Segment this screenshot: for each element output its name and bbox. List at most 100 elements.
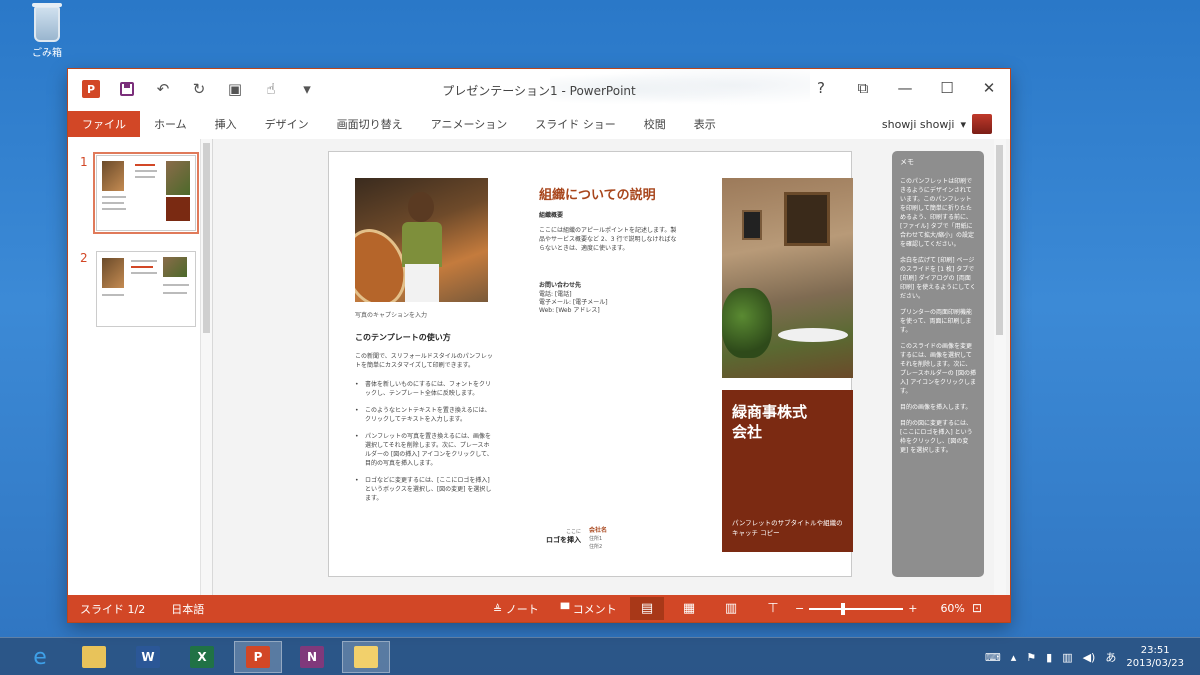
- company-subtitle: パンフレットのサブタイトルや組織のキャッチ コピー: [732, 519, 843, 537]
- excel-taskbar-button[interactable]: X: [178, 641, 226, 673]
- thumbnail-number: 1: [80, 155, 88, 169]
- title-bar: P ↶ ↻ ▣ ☝ ▾ プレゼンテーション1 - PowerPoint ? ⧉ …: [68, 69, 1010, 109]
- thumbnail-number: 2: [80, 251, 88, 265]
- zoom-slider[interactable]: [809, 602, 904, 615]
- slide-canvas[interactable]: 写真のキャプションを入力 このテンプレートの使い方 この新聞で、スリフォールドス…: [328, 151, 853, 577]
- notes-pane[interactable]: メモ このパンフレットは印刷できるようにデザインされています。このパンフレットを…: [892, 151, 984, 577]
- tab-review[interactable]: 校閲: [630, 111, 680, 137]
- tab-transitions[interactable]: 画面切り替え: [323, 111, 417, 137]
- chevron-down-icon: ▾: [960, 117, 966, 131]
- slide-counter: スライド 1/2: [80, 602, 146, 616]
- onenote-icon: N: [300, 646, 324, 668]
- logo-placeholder[interactable]: ここに ロゴを挿入: [539, 528, 581, 545]
- powerpoint-taskbar-button[interactable]: P: [234, 641, 282, 673]
- recycle-bin[interactable]: ごみ箱: [26, 3, 68, 59]
- org-heading[interactable]: 組織についての説明: [539, 184, 656, 203]
- show-hidden-icons[interactable]: ▴: [1011, 651, 1017, 664]
- window-controls: ? ⧉ — ☐ ✕: [810, 77, 1000, 99]
- tab-file[interactable]: ファイル: [68, 111, 140, 137]
- chat-icon: [354, 646, 378, 668]
- ie-taskbar-button[interactable]: e: [16, 641, 64, 673]
- system-tray: ⌨ ▴ ⚑ ▮ ▥ ◀) あ 23:51 2013/03/23: [985, 641, 1184, 673]
- list-item: このようなヒントテキストを置き換えるには、クリックしてテキストを入力します。: [355, 406, 495, 424]
- lync-taskbar-button[interactable]: [342, 641, 390, 673]
- word-icon: W: [136, 646, 160, 668]
- list-item: パンフレットの写真を置き換えるには、画像を選択してそれを削除します。次に、プレー…: [355, 432, 495, 468]
- folder-icon: [82, 646, 106, 668]
- fit-to-window-icon[interactable]: ⊡: [972, 601, 982, 615]
- taskbar: e W X P N ⌨ ▴ ⚑ ▮ ▥ ◀) あ 23:51 2013/03/2…: [0, 637, 1200, 675]
- notes-button[interactable]: ≜ ノート: [493, 601, 539, 617]
- thumbnail-row[interactable]: 2: [80, 251, 196, 327]
- battery-icon[interactable]: ▮: [1046, 651, 1052, 664]
- tab-home[interactable]: ホーム: [140, 111, 201, 137]
- slideshow-view-icon[interactable]: ⊤: [756, 597, 790, 620]
- thumbnail-row[interactable]: 1: [80, 152, 199, 234]
- org-body[interactable]: ここには組織のアピールポイントを記述します。製品やサービス概要など 2、3 行で…: [539, 226, 679, 253]
- company-title: 緑商事株式 会社: [732, 403, 808, 441]
- zoom-level[interactable]: 60%: [940, 602, 964, 615]
- slide-thumbnails-pane: 1 2: [68, 139, 213, 595]
- help-button[interactable]: ?: [810, 77, 832, 99]
- tab-design[interactable]: デザイン: [251, 111, 323, 137]
- user-account[interactable]: showji showji ▾: [882, 114, 992, 134]
- clock[interactable]: 23:51 2013/03/23: [1126, 644, 1184, 670]
- zoom-in-icon[interactable]: +: [908, 602, 917, 615]
- contact-email: 電子メール: [電子メール]: [539, 299, 608, 306]
- maximize-icon[interactable]: ☐: [936, 77, 958, 99]
- notes-icon: ≜: [493, 602, 506, 616]
- thumbnail-scrollbar[interactable]: [200, 139, 212, 595]
- word-taskbar-button[interactable]: W: [124, 641, 172, 673]
- howto-body[interactable]: この新聞で、スリフォールドスタイルのパンフレットを簡単にカスタマイズして印刷でき…: [355, 352, 495, 370]
- flag-icon[interactable]: ⚑: [1026, 651, 1036, 664]
- zoom-out-icon[interactable]: −: [795, 602, 804, 615]
- notes-paragraph: 余白を広げて [印刷] ページのスライドを [1 枚] タブで [印刷] ダイア…: [900, 257, 976, 300]
- tab-slideshow[interactable]: スライド ショー: [521, 111, 630, 137]
- minimize-icon[interactable]: —: [894, 77, 916, 99]
- howto-bullets[interactable]: 書体を新しいものにするには、フォントをクリックし、テンプレート全体に反映します。…: [355, 380, 495, 511]
- ime-indicator[interactable]: あ: [1105, 649, 1116, 665]
- workspace: 1 2 写真のキャプションを入力 このテンプレートの使い方 この新聞で、スリフォ…: [68, 139, 1010, 595]
- contact-heading[interactable]: お問い合わせ先: [539, 280, 581, 289]
- onenote-taskbar-button[interactable]: N: [288, 641, 336, 673]
- user-name: showji showji: [881, 117, 955, 131]
- close-icon[interactable]: ✕: [978, 77, 1000, 99]
- notes-paragraph: このパンフレットは印刷できるようにデザインされています。このパンフレットを印刷し…: [900, 178, 975, 248]
- powerpoint-window: P ↶ ↻ ▣ ☝ ▾ プレゼンテーション1 - PowerPoint ? ⧉ …: [68, 69, 1010, 622]
- tab-view[interactable]: 表示: [680, 111, 730, 137]
- cafe-photo[interactable]: [722, 178, 853, 378]
- network-icon[interactable]: ▥: [1062, 651, 1072, 664]
- barista-photo[interactable]: [355, 178, 488, 302]
- language-indicator[interactable]: 日本語: [171, 601, 204, 617]
- slide-thumbnail[interactable]: [96, 251, 196, 327]
- company-address[interactable]: 会社名 住所1 住所2: [589, 527, 607, 551]
- slide-thumbnail[interactable]: [93, 152, 199, 234]
- excel-icon: X: [190, 646, 214, 668]
- slide-scrollbar[interactable]: [994, 139, 1006, 595]
- notes-paragraph: 目的の画像を挿入します。: [900, 404, 972, 411]
- reading-view-icon[interactable]: ▥: [714, 597, 748, 620]
- ie-icon: e: [33, 644, 47, 670]
- volume-icon[interactable]: ◀): [1083, 651, 1096, 664]
- tab-insert[interactable]: 挿入: [201, 111, 251, 137]
- explorer-taskbar-button[interactable]: [70, 641, 118, 673]
- ribbon-display-options-icon[interactable]: ⧉: [852, 77, 874, 99]
- slide-sorter-icon[interactable]: ▦: [672, 597, 706, 620]
- photo-caption[interactable]: 写真のキャプションを入力: [355, 310, 427, 319]
- contact-web: Web: [Web アドレス]: [539, 307, 600, 314]
- avatar: [972, 114, 992, 134]
- normal-view-icon[interactable]: ▤: [630, 597, 664, 620]
- tab-animations[interactable]: アニメーション: [417, 111, 522, 137]
- contact-info[interactable]: 電話: [電話] 電子メール: [電子メール] Web: [Web アドレス]: [539, 291, 608, 315]
- notes-paragraph: プリンターの両面印刷機能を使って、両面に印刷します。: [900, 309, 973, 334]
- recycle-bin-icon: [32, 3, 62, 42]
- keyboard-icon[interactable]: ⌨: [985, 651, 1001, 664]
- howto-heading[interactable]: このテンプレートの使い方: [355, 332, 451, 343]
- org-subheading[interactable]: 組織概要: [539, 210, 563, 219]
- recycle-bin-label: ごみ箱: [32, 48, 62, 59]
- comment-icon: ▀: [560, 602, 573, 616]
- cover-panel[interactable]: 緑商事株式 会社 パンフレットのサブタイトルや組織のキャッチ コピー: [722, 390, 853, 552]
- ribbon-tabs: ファイル ホーム 挿入 デザイン 画面切り替え アニメーション スライド ショー…: [68, 111, 1010, 137]
- notes-title: メモ: [900, 158, 914, 166]
- comments-button[interactable]: ▀ コメント: [561, 601, 617, 617]
